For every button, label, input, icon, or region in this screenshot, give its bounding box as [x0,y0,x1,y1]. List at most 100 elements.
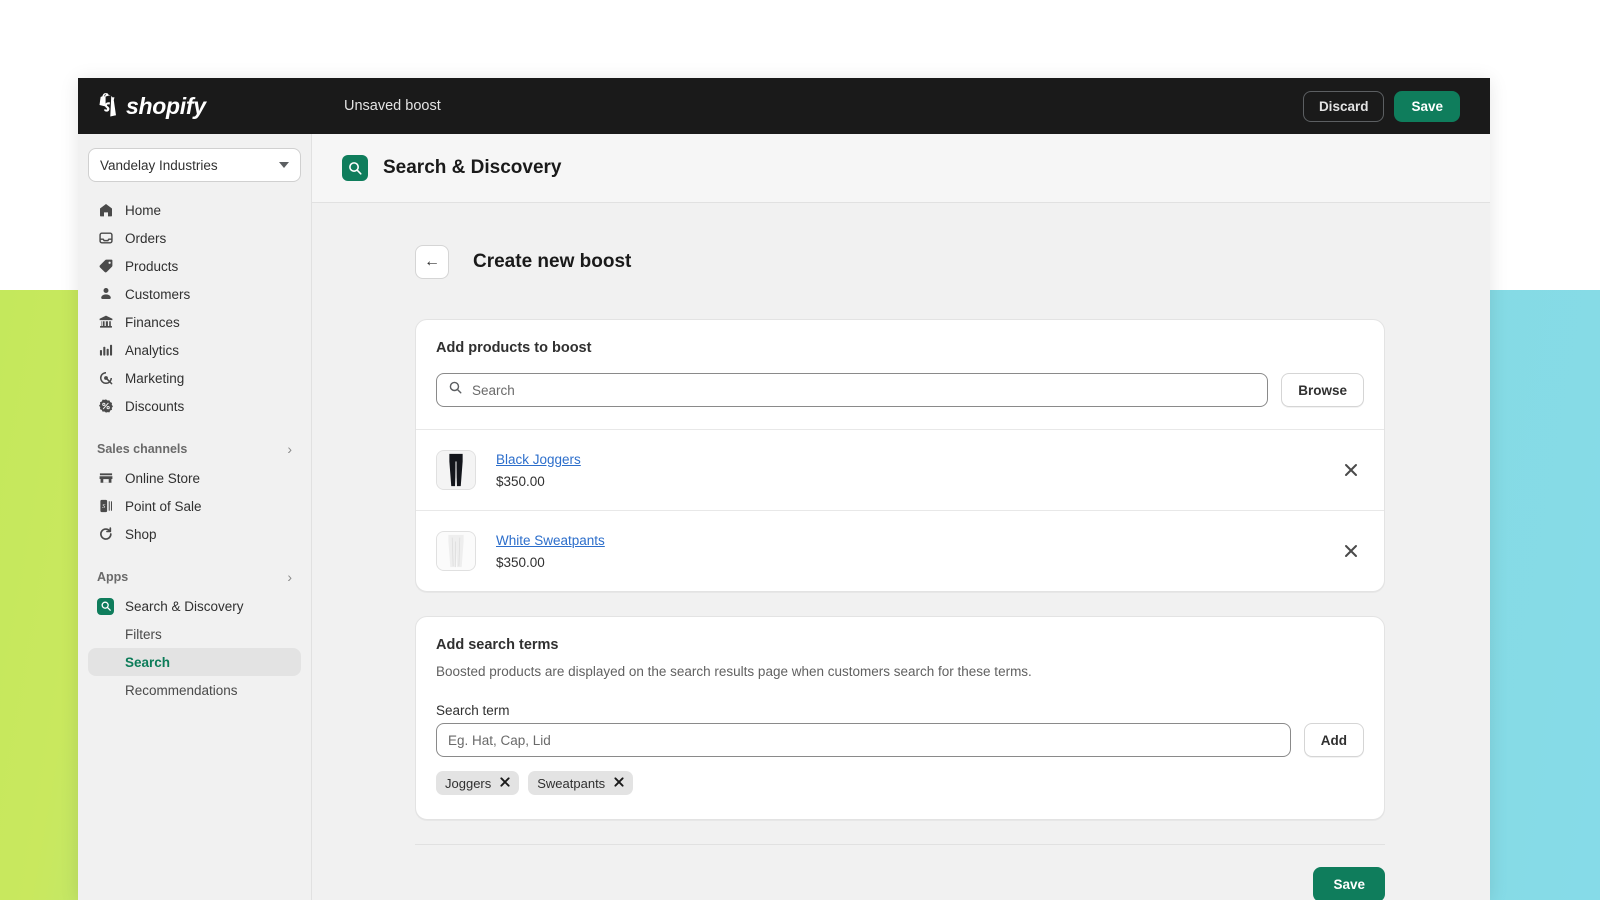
add-search-terms-description: Boosted products are displayed on the se… [436,664,1032,679]
close-icon[interactable] [500,777,510,789]
finances-bank-icon [97,314,114,331]
sidebar: Vandelay Industries Home Orders Products… [78,134,312,900]
sidebar-label: Search & Discovery [125,598,244,614]
home-icon [97,202,114,219]
add-products-card: Add products to boost Search Browse Blac… [415,319,1385,592]
orders-icon [97,230,114,247]
add-products-title: Add products to boost [436,340,592,356]
sidebar-item-home[interactable]: Home [88,196,301,224]
online-store-icon [97,470,114,487]
discard-button[interactable]: Discard [1302,90,1385,122]
customers-person-icon [97,286,114,303]
content-container: ← Create new boost Add products to boost [415,245,1385,900]
sidebar-label: Products [125,258,179,274]
add-term-button[interactable]: Add [1303,723,1364,757]
subnav-label: Search [125,654,171,670]
shopify-logo[interactable]: shopify [78,93,312,120]
sidebar-label: Orders [125,230,167,246]
store-switcher[interactable]: Vandelay Industries [88,148,301,182]
add-search-terms-title: Add search terms [436,637,559,653]
product-price: $350.00 [496,555,545,570]
content-scroll-area: ← Create new boost Add products to boost [312,203,1490,900]
product-link[interactable]: Black Joggers [496,452,581,467]
list-item: Sweatpants [528,771,634,795]
app-icon-square [97,597,114,615]
sidebar-label: Online Store [125,470,201,486]
search-discovery-icon [342,155,368,181]
sidebar-label: Home [125,202,162,218]
close-icon[interactable] [1342,461,1360,479]
sales-channels-title: Sales channels [97,442,188,456]
boost-header: ← Create new boost [415,245,1385,279]
products-tag-icon [97,258,114,275]
subnav-label: Recommendations [125,682,238,698]
product-search-row: Browse [436,373,1364,429]
chevron-right-icon: › [287,441,292,457]
sidebar-item-search[interactable]: Search [88,648,301,676]
apps-group-header[interactable]: Apps › [88,564,301,590]
shopify-wordmark: shopify [126,92,206,119]
search-term-input[interactable] [436,723,1291,757]
add-search-terms-card: Add search terms Boosted products are di… [415,616,1385,820]
save-button-topbar[interactable]: Save [1394,90,1460,122]
list-item: Joggers [436,771,520,795]
store-name: Vandelay Industries [100,157,218,173]
sidebar-item-customers[interactable]: Customers [88,280,301,308]
table-row: White Sweatpants $350.00 [416,510,1384,591]
analytics-bars-icon [97,342,114,359]
topbar-actions: Discard Save [1302,90,1460,122]
page-title: Search & Discovery [383,157,562,178]
sidebar-item-shop[interactable]: Shop [88,520,301,548]
search-icon [448,380,463,400]
page-footer-actions: Save [415,844,1385,900]
shopify-admin-window: shopify Unsaved boost Discard Save Vande… [78,78,1490,900]
close-icon[interactable] [614,777,624,789]
white-sweatpants-thumb [436,531,476,571]
create-boost-title: Create new boost [473,251,632,272]
sidebar-item-finances[interactable]: Finances [88,308,301,336]
sidebar-item-products[interactable]: Products [88,252,301,280]
discounts-percent-icon [97,398,114,415]
sidebar-label: Customers [125,286,191,302]
sidebar-item-discounts[interactable]: Discounts [88,392,301,420]
sidebar-item-search-and-discovery[interactable]: Search & Discovery [88,592,301,620]
close-icon[interactable] [1342,542,1360,560]
save-button-footer[interactable]: Save [1313,867,1385,900]
back-button[interactable]: ← [415,245,449,279]
sidebar-item-point-of-sale[interactable]: S Point of Sale [88,492,301,520]
main-content: Search & Discovery ← Create new boost Ad… [312,134,1490,900]
tag-label: Joggers [445,775,492,791]
tag-label: Sweatpants [537,775,606,791]
sidebar-item-online-store[interactable]: Online Store [88,464,301,492]
app-body: Vandelay Industries Home Orders Products… [78,134,1490,900]
shop-icon [97,526,114,543]
point-of-sale-icon: S [97,498,114,515]
search-term-label: Search term [436,703,510,718]
product-link[interactable]: White Sweatpants [496,533,605,548]
sidebar-item-recommendations[interactable]: Recommendations [88,676,301,704]
search-term-tags: Joggers Sweatpants [436,771,1364,795]
product-info: White Sweatpants $350.00 [496,532,605,570]
browse-button[interactable]: Browse [1281,373,1364,407]
add-products-card-body: Add products to boost Search Browse [416,320,1384,429]
chevron-right-icon: › [287,569,292,585]
table-row: Black Joggers $350.00 [416,429,1384,510]
sidebar-item-orders[interactable]: Orders [88,224,301,252]
sales-channels-group-header[interactable]: Sales channels › [88,436,301,462]
sidebar-label: Analytics [125,342,180,358]
top-bar: shopify Unsaved boost Discard Save [78,78,1490,134]
product-search-input[interactable] [472,382,1257,398]
sidebar-item-marketing[interactable]: Marketing [88,364,301,392]
sidebar-label: Finances [125,314,180,330]
sidebar-item-analytics[interactable]: Analytics [88,336,301,364]
subnav-label: Filters [125,626,162,642]
product-search-field[interactable] [436,373,1269,407]
arrow-left-icon: ← [424,253,440,270]
shopify-bag-icon [96,93,119,119]
page-header: Search & Discovery [312,134,1490,203]
search-discovery-icon [97,597,114,615]
sidebar-label: Point of Sale [125,498,202,514]
sidebar-label: Shop [125,526,157,542]
sidebar-item-filters[interactable]: Filters [88,620,301,648]
marketing-target-icon [97,370,114,387]
